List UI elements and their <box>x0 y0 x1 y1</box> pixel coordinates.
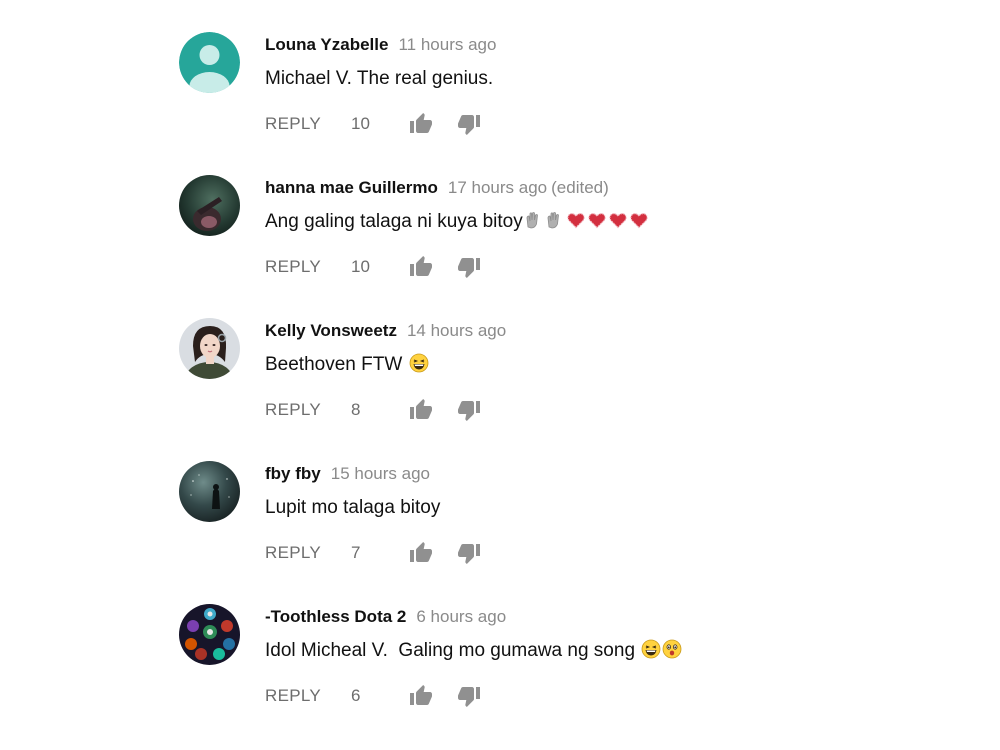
comment-body: hanna mae Guillermo 17 hours ago (edited) … <box>265 175 955 280</box>
comment-body: -Toothless Dota 2 6 hours ago Idol Michea… <box>265 604 955 709</box>
heart-emoji <box>587 210 607 238</box>
comment-header: hanna mae Guillermo 17 hours ago (edited) <box>265 175 955 201</box>
avatar[interactable] <box>179 604 240 665</box>
author-name[interactable]: hanna mae Guillermo <box>265 178 438 197</box>
comment-text: Ang galing talaga ni kuya bitoy <box>265 209 955 235</box>
like-count: 6 <box>351 686 361 705</box>
comment-body: fby fby 15 hours ago Lupit mo talaga bito… <box>265 461 955 566</box>
comment-item: Louna Yzabelle 11 hours ago Michael V. Th… <box>179 32 959 172</box>
comment-time[interactable]: 15 hours ago <box>331 464 430 483</box>
author-name[interactable]: Kelly Vonsweetz <box>265 321 397 340</box>
comment-text-content: Michael V. The real genius. <box>265 68 494 89</box>
thumbs-down-icon <box>458 687 480 707</box>
thumbs-up-icon <box>410 113 432 133</box>
reply-button[interactable]: REPLY <box>265 254 351 280</box>
author-name[interactable]: -Toothless Dota 2 <box>265 607 406 626</box>
dislike-button[interactable] <box>457 255 481 279</box>
comments-list: Louna Yzabelle 11 hours ago Michael V. Th… <box>0 0 1000 750</box>
dislike-button[interactable] <box>457 398 481 422</box>
heart-emoji <box>629 210 649 238</box>
thumbs-up-icon <box>410 685 432 705</box>
avatar[interactable] <box>179 461 240 522</box>
like-button[interactable] <box>409 255 433 279</box>
like-button[interactable] <box>409 541 433 565</box>
comment-text: Beethoven FTW <box>265 352 955 378</box>
heart-emoji <box>566 210 586 238</box>
heart-emoji <box>608 210 628 238</box>
like-count: 8 <box>351 400 361 419</box>
comment-actions: REPLY 10 <box>265 111 955 137</box>
avatar[interactable] <box>179 318 240 379</box>
comment-text: Lupit mo talaga bitoy <box>265 495 955 521</box>
comment-text-content: Lupit mo talaga bitoy <box>265 497 441 518</box>
user-photo-avatar <box>179 175 240 236</box>
comment-time[interactable]: 6 hours ago <box>416 607 506 626</box>
comment-text: Michael V. The real genius. <box>265 66 955 92</box>
author-name[interactable]: fby fby <box>265 464 321 483</box>
comment-item: hanna mae Guillermo 17 hours ago (edited) … <box>179 175 959 315</box>
thumbs-up-icon <box>410 399 432 419</box>
comment-text-content: Ang galing talaga ni kuya bitoy <box>265 211 523 232</box>
edited-label: (edited) <box>551 178 609 197</box>
reply-button[interactable]: REPLY <box>265 397 351 423</box>
comment-item: Kelly Vonsweetz 14 hours ago Beethoven FT… <box>179 318 959 458</box>
comment-item: fby fby 15 hours ago Lupit mo talaga bito… <box>179 461 959 601</box>
comment-item: -Toothless Dota 2 6 hours ago Idol Michea… <box>179 604 959 744</box>
like-count: 10 <box>351 257 370 276</box>
comment-actions: REPLY 10 <box>265 254 955 280</box>
grinning-squinting-emoji <box>641 639 661 667</box>
thumbs-up-icon <box>410 542 432 562</box>
user-photo-avatar <box>179 318 240 379</box>
user-photo-avatar <box>179 604 240 665</box>
comment-header: -Toothless Dota 2 6 hours ago <box>265 604 955 630</box>
user-photo-avatar <box>179 461 240 522</box>
like-button[interactable] <box>409 684 433 708</box>
thumbs-up-icon <box>410 256 432 276</box>
like-button[interactable] <box>409 112 433 136</box>
thumbs-down-icon <box>458 401 480 421</box>
comment-actions: REPLY 8 <box>265 397 955 423</box>
comment-text: Idol Micheal V. Galing mo gumawa ng song <box>265 638 955 664</box>
clapping-hands-emoji <box>524 210 544 238</box>
comment-header: Kelly Vonsweetz 14 hours ago <box>265 318 955 344</box>
avatar[interactable] <box>179 175 240 236</box>
comment-body: Kelly Vonsweetz 14 hours ago Beethoven FT… <box>265 318 955 423</box>
like-count: 10 <box>351 114 370 133</box>
clapping-hands-emoji <box>545 210 565 238</box>
comment-time[interactable]: 11 hours ago <box>398 35 496 54</box>
dislike-button[interactable] <box>457 541 481 565</box>
thumbs-down-icon <box>458 115 480 135</box>
comment-time[interactable]: 17 hours ago <box>448 178 547 197</box>
default-avatar-icon <box>179 32 240 93</box>
reply-button[interactable]: REPLY <box>265 540 351 566</box>
comment-time[interactable]: 14 hours ago <box>407 321 506 340</box>
avatar[interactable] <box>179 32 240 93</box>
comment-header: fby fby 15 hours ago <box>265 461 955 487</box>
comment-body: Louna Yzabelle 11 hours ago Michael V. Th… <box>265 32 955 137</box>
thumbs-down-icon <box>458 544 480 564</box>
reply-button[interactable]: REPLY <box>265 111 351 137</box>
like-count: 7 <box>351 543 361 562</box>
author-name[interactable]: Louna Yzabelle <box>265 35 388 54</box>
comment-header: Louna Yzabelle 11 hours ago <box>265 32 955 58</box>
surprised-face-emoji <box>662 639 682 667</box>
thumbs-down-icon <box>458 258 480 278</box>
reply-button[interactable]: REPLY <box>265 683 351 709</box>
dislike-button[interactable] <box>457 112 481 136</box>
comment-actions: REPLY 6 <box>265 683 955 709</box>
like-button[interactable] <box>409 398 433 422</box>
comment-text-content: Beethoven FTW <box>265 354 403 375</box>
comment-actions: REPLY 7 <box>265 540 955 566</box>
grinning-squinting-emoji <box>409 353 429 381</box>
dislike-button[interactable] <box>457 684 481 708</box>
comment-text-content: Idol Micheal V. Galing mo gumawa ng song <box>265 640 636 661</box>
